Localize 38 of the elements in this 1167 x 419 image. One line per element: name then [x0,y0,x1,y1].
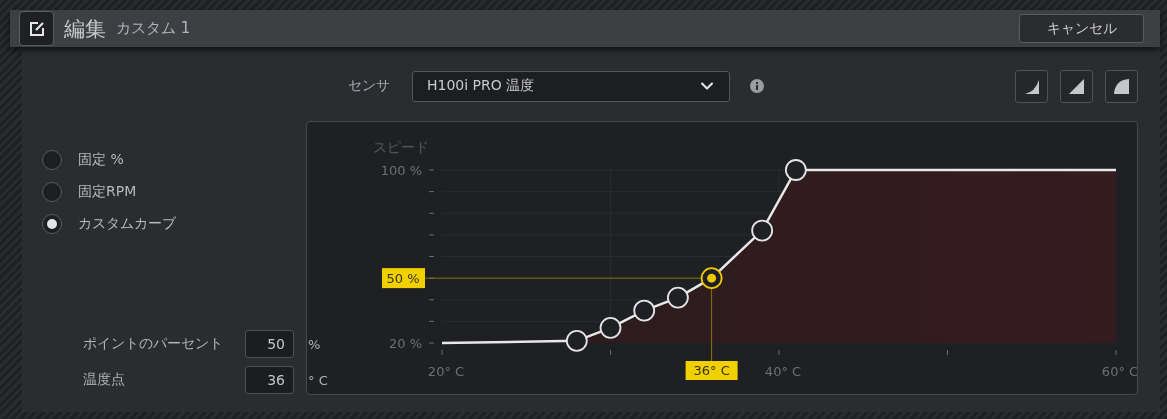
edit-button[interactable] [19,11,54,46]
curve-point[interactable] [785,159,807,181]
axis-label: 60° C [1102,364,1137,379]
curve-point[interactable] [633,299,656,322]
field-label: 温度点 [83,371,126,389]
dialog-title: 編集 [64,15,106,43]
axis-label: 20 % [389,335,423,351]
curve-point[interactable] [599,316,622,339]
input-field[interactable]: 50 [245,330,294,358]
profile-name: カスタム 1 [116,19,191,38]
selected-curve-point[interactable] [700,267,723,290]
info-icon[interactable] [750,79,764,93]
annotation: 36° C [693,363,730,378]
unit-label: % [308,336,322,352]
curve-preset-button[interactable] [1060,69,1093,103]
cancel-button[interactable]: キャンセル [1019,14,1144,43]
field-label: ポイントのパーセント [83,335,224,353]
annotation: 50 % [386,271,420,287]
value-label: 36° C [685,361,738,380]
curve-point[interactable] [566,329,588,352]
mode-radio[interactable]: カスタムカーブ [42,213,307,235]
curve-point[interactable] [667,286,689,309]
curve-preset-icon [1068,77,1085,95]
axis-label: 20° C [428,364,465,379]
curve-preset-icon [1113,77,1130,95]
curve-point[interactable] [751,219,774,242]
curve-preset-button[interactable] [1015,69,1048,103]
value-label: 50 % [382,268,426,289]
axis-label: 100 % [380,162,423,178]
mode-radio[interactable]: 固定RPM [42,181,307,203]
edit-icon [28,20,45,37]
curve-preset-button[interactable] [1105,69,1138,103]
sensor-label: センサ [348,77,391,95]
unit-label: ° C [308,372,328,388]
sensor-dropdown[interactable]: H100i PRO 温度 [412,70,730,102]
mode-radio[interactable]: 固定 % [42,149,307,171]
axis-label: 40° C [765,364,802,379]
input-field[interactable]: 36 [245,366,294,394]
